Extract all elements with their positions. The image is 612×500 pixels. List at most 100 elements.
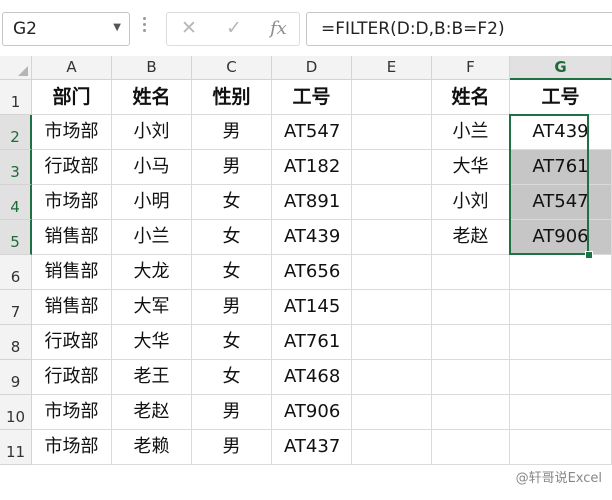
cell-b2[interactable]: 小刘 <box>112 115 192 150</box>
cell-a9[interactable]: 行政部 <box>32 360 112 395</box>
name-box[interactable]: G2 ▼ <box>2 12 130 46</box>
cell-e2[interactable] <box>352 115 432 150</box>
formula-input[interactable]: =FILTER(D:D,B:B=F2) <box>306 12 612 46</box>
cell-e7[interactable] <box>352 290 432 325</box>
cell-f2[interactable]: 小兰 <box>432 115 510 150</box>
cell-b10[interactable]: 老赵 <box>112 395 192 430</box>
cell-d9[interactable]: AT468 <box>272 360 352 395</box>
cell-e9[interactable] <box>352 360 432 395</box>
cell-c9[interactable]: 女 <box>192 360 272 395</box>
cell-c4[interactable]: 女 <box>192 185 272 220</box>
cell-a6[interactable]: 销售部 <box>32 255 112 290</box>
cell-a4[interactable]: 市场部 <box>32 185 112 220</box>
worksheet-grid[interactable]: A B C D E F G 1 2 3 4 5 6 7 8 9 10 11 部门 姓名 性别 工号 姓名 工号 市场部 小刘男 AT… <box>0 56 612 500</box>
cell-b9[interactable]: 老王 <box>112 360 192 395</box>
cell-b6[interactable]: 大龙 <box>112 255 192 290</box>
cell-f11[interactable] <box>432 430 510 465</box>
cell-c11[interactable]: 男 <box>192 430 272 465</box>
cell-c1[interactable]: 性别 <box>192 80 272 115</box>
cell-c2[interactable]: 男 <box>192 115 272 150</box>
cell-g1[interactable]: 工号 <box>510 80 612 115</box>
cell-c8[interactable]: 女 <box>192 325 272 360</box>
cell-e6[interactable] <box>352 255 432 290</box>
cell-a5[interactable]: 销售部 <box>32 220 112 255</box>
column-header-c[interactable]: C <box>192 56 272 80</box>
column-header-f[interactable]: F <box>432 56 510 80</box>
cell-f6[interactable] <box>432 255 510 290</box>
cell-g5[interactable]: AT906 <box>510 220 612 255</box>
cell-e8[interactable] <box>352 325 432 360</box>
cell-g4[interactable]: AT547 <box>510 185 612 220</box>
insert-function-button[interactable]: fx <box>270 18 287 39</box>
row-header-4[interactable]: 4 <box>0 185 32 220</box>
cell-a3[interactable]: 行政部 <box>32 150 112 185</box>
cell-b3[interactable]: 小马 <box>112 150 192 185</box>
cell-e5[interactable] <box>352 220 432 255</box>
row-header-8[interactable]: 8 <box>0 325 32 360</box>
column-header-a[interactable]: A <box>32 56 112 80</box>
cell-a8[interactable]: 行政部 <box>32 325 112 360</box>
row-header-9[interactable]: 9 <box>0 360 32 395</box>
cell-a1[interactable]: 部门 <box>32 80 112 115</box>
cell-d4[interactable]: AT891 <box>272 185 352 220</box>
cell-f10[interactable] <box>432 395 510 430</box>
row-header-2[interactable]: 2 <box>0 115 32 150</box>
cell-d2[interactable]: AT547 <box>272 115 352 150</box>
column-header-b[interactable]: B <box>112 56 192 80</box>
cell-g2[interactable]: AT439 <box>510 115 612 150</box>
column-header-d[interactable]: D <box>272 56 352 80</box>
fill-handle[interactable] <box>585 251 593 259</box>
row-header-6[interactable]: 6 <box>0 255 32 290</box>
row-header-7[interactable]: 7 <box>0 290 32 325</box>
check-icon[interactable]: ✓ <box>226 17 242 39</box>
cell-e11[interactable] <box>352 430 432 465</box>
cell-c6[interactable]: 女 <box>192 255 272 290</box>
cancel-icon[interactable]: ✕ <box>181 17 197 39</box>
row-header-3[interactable]: 3 <box>0 150 32 185</box>
cell-e3[interactable] <box>352 150 432 185</box>
cell-e4[interactable] <box>352 185 432 220</box>
cell-b7[interactable]: 大军 <box>112 290 192 325</box>
cell-b4[interactable]: 小明 <box>112 185 192 220</box>
cell-d5[interactable]: AT439 <box>272 220 352 255</box>
cell-d1[interactable]: 工号 <box>272 80 352 115</box>
row-header-11[interactable]: 11 <box>0 430 32 465</box>
cell-g8[interactable] <box>510 325 612 360</box>
cell-a7[interactable]: 销售部 <box>32 290 112 325</box>
cell-g9[interactable] <box>510 360 612 395</box>
cell-g7[interactable] <box>510 290 612 325</box>
cell-b8[interactable]: 大华 <box>112 325 192 360</box>
row-header-1[interactable]: 1 <box>0 80 32 115</box>
cell-a10[interactable]: 市场部 <box>32 395 112 430</box>
chevron-down-icon[interactable]: ▼ <box>113 22 121 33</box>
cell-f1[interactable]: 姓名 <box>432 80 510 115</box>
cell-e10[interactable] <box>352 395 432 430</box>
cell-a11[interactable]: 市场部 <box>32 430 112 465</box>
cell-f9[interactable] <box>432 360 510 395</box>
cell-f3[interactable]: 大华 <box>432 150 510 185</box>
cell-d8[interactable]: AT761 <box>272 325 352 360</box>
cell-c3[interactable]: 男 <box>192 150 272 185</box>
cell-b5[interactable]: 小兰 <box>112 220 192 255</box>
cell-f7[interactable] <box>432 290 510 325</box>
cell-f4[interactable]: 小刘 <box>432 185 510 220</box>
cell-f5[interactable]: 老赵 <box>432 220 510 255</box>
cell-d11[interactable]: AT437 <box>272 430 352 465</box>
cell-e1[interactable] <box>352 80 432 115</box>
cell-d6[interactable]: AT656 <box>272 255 352 290</box>
cell-a2[interactable]: 市场部 <box>32 115 112 150</box>
cell-g3[interactable]: AT761 <box>510 150 612 185</box>
cell-f8[interactable] <box>432 325 510 360</box>
select-all-corner[interactable] <box>0 56 32 80</box>
column-header-e[interactable]: E <box>352 56 432 80</box>
cell-b1[interactable]: 姓名 <box>112 80 192 115</box>
cell-d7[interactable]: AT145 <box>272 290 352 325</box>
cell-d10[interactable]: AT906 <box>272 395 352 430</box>
cell-c5[interactable]: 女 <box>192 220 272 255</box>
cell-b11[interactable]: 老赖 <box>112 430 192 465</box>
column-header-g[interactable]: G <box>510 56 612 80</box>
cell-c7[interactable]: 男 <box>192 290 272 325</box>
cell-g6[interactable] <box>510 255 612 290</box>
cell-g10[interactable] <box>510 395 612 430</box>
cell-g11[interactable] <box>510 430 612 465</box>
